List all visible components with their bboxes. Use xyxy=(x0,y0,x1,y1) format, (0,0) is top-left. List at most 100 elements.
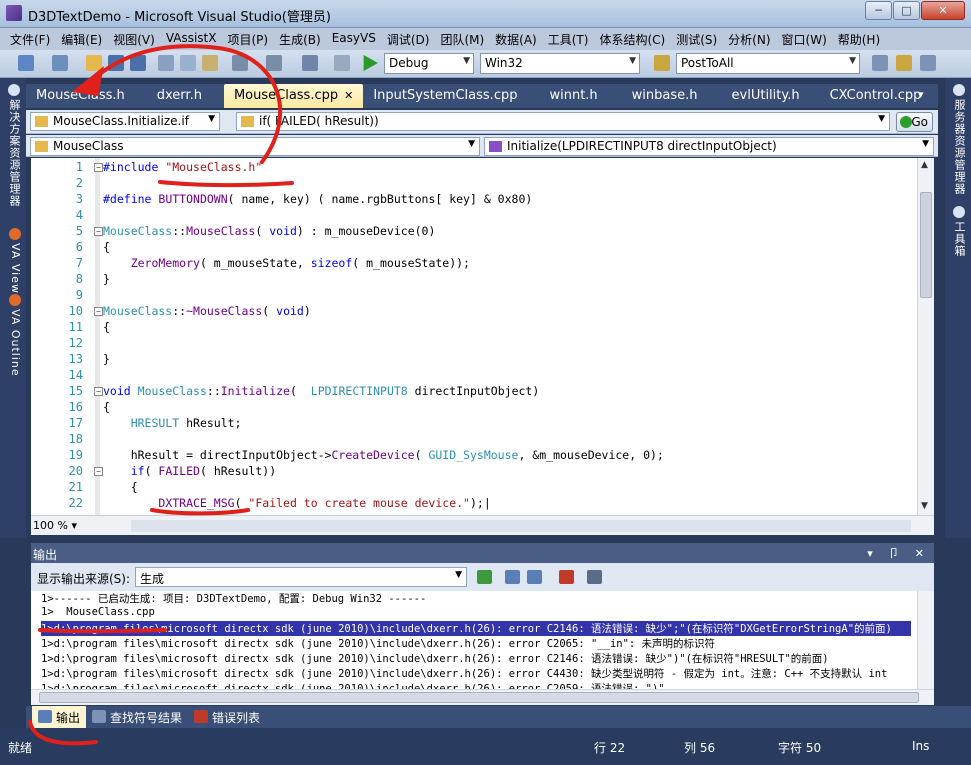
collapse-icon[interactable]: − xyxy=(94,307,103,316)
find-combo[interactable]: PostToAll ▼ xyxy=(676,53,860,74)
output-vertical-scrollbar[interactable] xyxy=(917,591,934,689)
output-horizontal-scrollbar[interactable] xyxy=(31,689,934,705)
go-button[interactable]: Go xyxy=(896,112,933,132)
editor-horizontal-scrollbar[interactable] xyxy=(131,520,911,532)
scroll-down-icon[interactable]: ▼ xyxy=(921,501,928,511)
arrow-right-icon xyxy=(35,116,48,127)
code-editor[interactable]: 1− #include "MouseClass.h" 2 3 #define BUT… xyxy=(31,158,934,515)
tab-winnt-h[interactable]: winnt.h xyxy=(527,84,619,108)
line-number: 21 xyxy=(68,480,83,494)
output-line-selected[interactable]: 1>d:\program files\microsoft directx sdk… xyxy=(41,621,911,636)
va-view-tab[interactable]: VA View xyxy=(4,228,22,294)
add-item-icon[interactable] xyxy=(52,55,68,71)
start-debugging-icon[interactable] xyxy=(363,55,378,71)
clear-all-icon[interactable] xyxy=(559,570,574,584)
member-combo[interactable]: Initialize(LPDIRECTINPUT8 directInputObj… xyxy=(484,137,934,156)
chevron-down-icon: ▼ xyxy=(629,56,636,66)
menu-team[interactable]: 团队(M) xyxy=(436,28,491,50)
find-message-icon[interactable] xyxy=(477,570,492,584)
cut-icon[interactable] xyxy=(158,55,174,71)
output-text[interactable]: 1>------ 已启动生成: 项目: D3DTextDemo, 配置: Deb… xyxy=(31,591,934,689)
solution-explorer-icon[interactable] xyxy=(872,55,888,71)
menu-easyvs[interactable]: EasyVS xyxy=(328,28,383,50)
menu-tools[interactable]: 工具(T) xyxy=(544,28,596,50)
next-message-icon[interactable] xyxy=(527,570,542,584)
menu-view[interactable]: 视图(V) xyxy=(109,28,162,50)
menu-help[interactable]: 帮助(H) xyxy=(834,28,887,50)
undo-icon[interactable] xyxy=(232,55,248,71)
collapse-icon[interactable]: − xyxy=(94,387,103,396)
line-text: hResult = directInputObject->CreateDevic… xyxy=(103,448,664,462)
solution-platform-select[interactable]: Win32 ▼ xyxy=(480,53,640,74)
menu-project[interactable]: 项目(P) xyxy=(223,28,275,50)
tab-evlutility-h[interactable]: evlUtility.h xyxy=(720,84,820,108)
scrollbar-thumb[interactable] xyxy=(920,192,932,298)
new-project-icon[interactable] xyxy=(18,55,34,71)
save-all-icon[interactable] xyxy=(130,55,146,71)
status-line: 行 22 xyxy=(594,741,626,755)
menu-file[interactable]: 文件(F) xyxy=(6,28,57,50)
tab-error-list[interactable]: 错误列表 xyxy=(188,706,266,728)
toolbox-label: 工具箱 xyxy=(953,221,966,257)
collapse-icon[interactable]: − xyxy=(94,467,103,476)
copy-icon[interactable] xyxy=(180,55,196,71)
tab-inputsystemclass-cpp[interactable]: InputSystemClass.cpp xyxy=(363,84,527,108)
toolbox-icon[interactable] xyxy=(920,55,936,71)
line-text: HRESULT hResult; xyxy=(130,416,242,430)
code-line: 3 #define BUTTONDOWN( name, key) ( name.r… xyxy=(31,192,911,208)
menu-test[interactable]: 测试(S) xyxy=(672,28,724,50)
code-line: 15 − void MouseClass::Initialize( LPDIRECT… xyxy=(31,384,911,400)
editor-vertical-scrollbar[interactable]: ▲ ▼ xyxy=(917,158,934,515)
line-text: MouseClass::MouseClass( void) : m_mouseD… xyxy=(103,224,436,238)
menu-window[interactable]: 窗口(W) xyxy=(778,28,834,50)
va-context-combo[interactable]: MouseClass.Initialize.if ▼ xyxy=(30,112,220,131)
collapse-icon[interactable]: − xyxy=(94,227,103,236)
toolbox-tab[interactable]: 工具箱 xyxy=(949,206,967,257)
navigate-backward-icon[interactable] xyxy=(302,55,318,71)
menu-build[interactable]: 生成(B) xyxy=(275,28,328,50)
tab-mouseclass-h[interactable]: MouseClass.h xyxy=(26,84,135,108)
output-line: 1>------ 已启动生成: 项目: D3DTextDemo, 配置: Deb… xyxy=(41,593,427,605)
find-in-files-icon[interactable] xyxy=(654,55,670,71)
chevron-down-icon: ▼ xyxy=(468,139,475,149)
redo-icon[interactable] xyxy=(266,55,282,71)
maximize-button[interactable]: □ xyxy=(893,1,920,20)
previous-message-icon[interactable] xyxy=(505,570,520,584)
open-file-icon[interactable] xyxy=(86,55,102,71)
scrollbar-thumb[interactable] xyxy=(39,692,919,703)
close-button[interactable]: ✕ xyxy=(921,1,965,20)
menu-data[interactable]: 数据(A) xyxy=(491,28,544,50)
tab-list-dropdown-icon[interactable]: ▾ xyxy=(918,88,924,101)
navigate-forward-icon[interactable] xyxy=(334,55,350,71)
menu-analyze[interactable]: 分析(N) xyxy=(724,28,777,50)
panel-controls[interactable]: ▾ 卩 ✕ xyxy=(867,545,930,561)
server-explorer-tab[interactable]: 服务器资源管理器 xyxy=(949,84,967,195)
solution-configuration-select[interactable]: Debug ▼ xyxy=(384,53,474,74)
menu-edit[interactable]: 编辑(E) xyxy=(57,28,109,50)
paste-icon[interactable] xyxy=(202,55,218,71)
va-outline-tab[interactable]: VA Outline xyxy=(4,294,22,377)
word-wrap-icon[interactable] xyxy=(587,570,602,584)
tab-cxcontrol-cpp[interactable]: CXControl.cpp xyxy=(820,84,932,108)
properties-icon[interactable] xyxy=(896,55,912,71)
save-icon[interactable] xyxy=(108,55,124,71)
close-tab-icon[interactable]: ✕ xyxy=(344,89,353,102)
line-number: 11 xyxy=(68,320,83,334)
class-scope-combo[interactable]: MouseClass ▼ xyxy=(30,137,480,156)
tab-winbase-h[interactable]: winbase.h xyxy=(620,84,720,108)
zoom-select[interactable]: 100 % ▾ xyxy=(33,519,91,532)
menu-vassistx[interactable]: VAssistX xyxy=(162,28,224,50)
minimize-button[interactable]: ─ xyxy=(865,1,892,20)
menu-architecture[interactable]: 体系结构(C) xyxy=(595,28,672,50)
tab-find-symbol-results[interactable]: 查找符号结果 xyxy=(86,706,188,728)
va-definition-combo[interactable]: if( FAILED( hResult)) ▼ xyxy=(236,112,890,131)
scroll-up-icon[interactable]: ▲ xyxy=(921,160,928,170)
tab-dxerr-h[interactable]: dxerr.h xyxy=(135,84,224,108)
output-source-select[interactable]: 生成 ▼ xyxy=(135,567,467,587)
tab-mouseclass-cpp[interactable]: MouseClass.cpp ✕ xyxy=(223,84,364,108)
menu-debug[interactable]: 调试(D) xyxy=(383,28,437,50)
line-text: if( FAILED( hResult)) xyxy=(130,464,277,478)
tab-output[interactable]: 输出 xyxy=(32,706,87,728)
collapse-icon[interactable]: − xyxy=(94,163,103,172)
solution-explorer-tab[interactable]: 解决方案资源管理器 xyxy=(4,84,22,207)
